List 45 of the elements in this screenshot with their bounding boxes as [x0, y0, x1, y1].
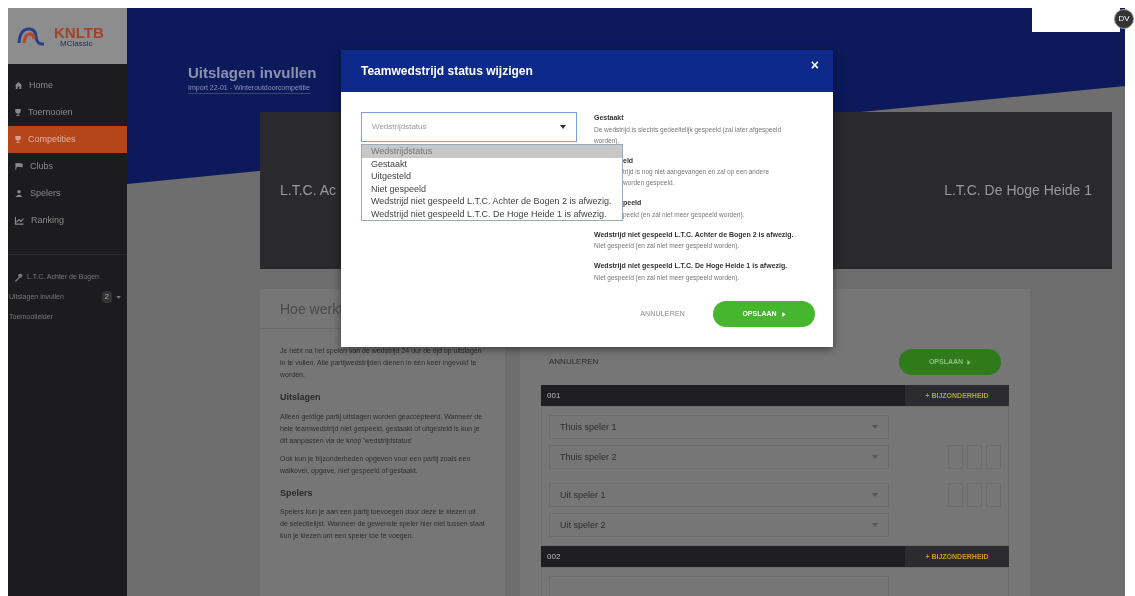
- sidebar-item[interactable]: Spelers: [8, 180, 127, 207]
- caret-icon: [872, 493, 878, 498]
- help-heading: Spelers: [280, 486, 314, 500]
- chevron-icon: [967, 359, 972, 365]
- dropdown-option[interactable]: Wedstrijd niet gespeeld L.T.C. De Hoge Heide 1 is afwezig.: [362, 207, 622, 220]
- player-select[interactable]: Uit speler 1: [549, 483, 889, 508]
- flag-icon: [14, 162, 24, 171]
- help-heading: Uitslagen: [280, 391, 322, 405]
- sidebar-item[interactable]: Competities: [8, 126, 127, 153]
- status-select[interactable]: Wedstrijdstatus: [361, 112, 577, 142]
- sidebar-item[interactable]: Clubs: [8, 153, 127, 180]
- caret-icon: [560, 125, 566, 129]
- logo-text: KNLTB: [54, 24, 104, 40]
- chart-icon: [14, 216, 25, 225]
- count-badge: 2: [101, 291, 112, 303]
- player-select[interactable]: Thuis speler 1: [549, 415, 889, 440]
- user-avatar[interactable]: DV: [1114, 9, 1134, 29]
- chevron-icon: [781, 311, 786, 317]
- match-code: 002: [546, 550, 562, 563]
- people-icon: [14, 189, 24, 198]
- caret-icon: [872, 523, 878, 528]
- trophy-icon: [14, 135, 22, 144]
- sidebar-item[interactable]: Ranking: [8, 207, 127, 234]
- dropdown-option[interactable]: Niet gespeeld: [362, 182, 622, 195]
- trophy-icon: [14, 108, 22, 117]
- page-title: Uitslagen invullen: [188, 64, 317, 83]
- player-select[interactable]: Thuis speler 2: [549, 445, 889, 470]
- player-select[interactable]: Uit speler 2: [549, 513, 889, 538]
- logo-subtext: MClassic: [60, 39, 94, 48]
- cancel-button[interactable]: ANNULEREN: [549, 356, 599, 369]
- key-icon: [14, 272, 23, 282]
- caret-icon: [872, 455, 878, 460]
- away-team: L.T.C. De Hoge Heide 1: [944, 181, 1092, 201]
- caret-icon: [872, 425, 878, 430]
- dropdown-option[interactable]: Wedstrijdstatus: [362, 145, 622, 158]
- home-team: L.T.C. Ac: [280, 181, 337, 201]
- dropdown-option[interactable]: Gestaakt: [362, 157, 622, 170]
- dialog-title: Teamwedstrijd status wijzigen: [361, 63, 533, 80]
- home-icon: [14, 81, 23, 90]
- match-code: 001: [546, 389, 562, 402]
- sidebar-item[interactable]: Home: [8, 72, 127, 99]
- sidebar-item[interactable]: Toernooien: [8, 99, 127, 126]
- close-button[interactable]: ×: [810, 58, 819, 72]
- dropdown-option[interactable]: Wedstrijd niet gespeeld L.T.C. Achter de Bogen 2 is afwezig.: [362, 195, 622, 208]
- dropdown-option[interactable]: Uitgesteld: [362, 170, 622, 183]
